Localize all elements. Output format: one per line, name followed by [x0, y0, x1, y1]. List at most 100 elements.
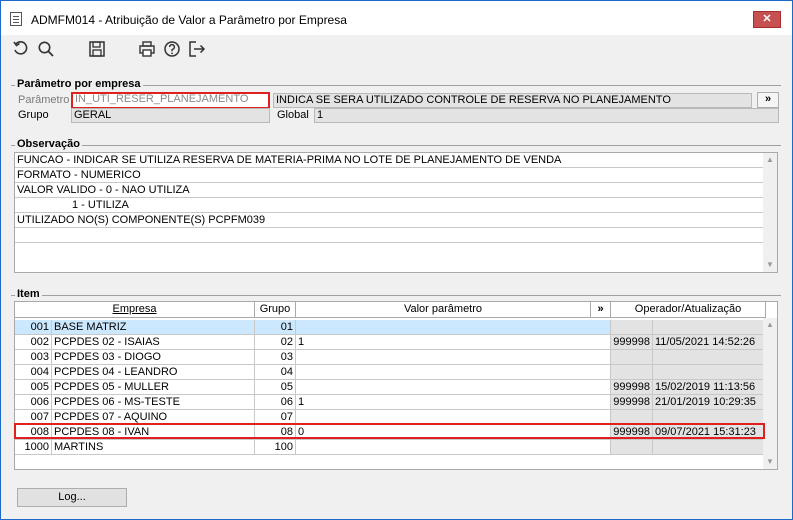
global-field: 1 — [314, 108, 779, 123]
cell-operador — [611, 365, 653, 380]
column-header-valor[interactable]: Valor parâmetro — [296, 302, 591, 318]
cell-grupo: 07 — [255, 410, 296, 425]
table-row[interactable]: 003 PCPDES 03 - DIOGO 03 — [15, 350, 766, 365]
cell-code: 008 — [15, 425, 52, 440]
column-header-empresa[interactable]: Empresa — [15, 302, 255, 318]
parametro-field[interactable]: IN_UTI_RESER_PLANEJAMENTO — [71, 92, 270, 109]
table-row[interactable]: 004 PCPDES 04 - LEANDRO 04 — [15, 365, 766, 380]
exit-icon — [189, 41, 206, 57]
global-label: Global — [277, 109, 309, 121]
cell-valor[interactable]: 1 — [296, 395, 611, 410]
table-row[interactable]: 002 PCPDES 02 - ISAIAS 02 1 999998 11/05/2021… — [15, 335, 766, 350]
cell-valor[interactable] — [296, 380, 611, 395]
cell-operador: 999998 — [611, 425, 653, 440]
cell-operador: 999998 — [611, 335, 653, 350]
cell-code: 004 — [15, 365, 52, 380]
cell-name: PCPDES 07 - AQUINO — [52, 410, 255, 425]
save-button[interactable] — [87, 39, 107, 59]
cell-grupo: 05 — [255, 380, 296, 395]
table-row[interactable]: 007 PCPDES 07 - AQUINO 07 — [15, 410, 766, 425]
cell-data: 11/05/2021 14:52:26 — [653, 335, 766, 350]
cell-data — [653, 320, 766, 335]
cell-data — [653, 410, 766, 425]
cell-operador — [611, 440, 653, 455]
cell-grupo: 04 — [255, 365, 296, 380]
document-icon — [10, 12, 22, 26]
parametro-description-field: INDICA SE SERA UTILIZADO CONTROLE DE RES… — [273, 93, 752, 108]
column-header-empresa-label: Empresa — [112, 303, 157, 315]
cell-valor[interactable]: 1 — [296, 335, 611, 350]
scroll-up-icon[interactable]: ▲ — [763, 318, 777, 332]
observacao-group-title: Observação — [15, 138, 82, 150]
column-expand-button[interactable]: » — [591, 302, 611, 318]
undo-button[interactable] — [11, 39, 31, 59]
title-bar[interactable]: ADMFM014 - Atribuição de Valor a Parâmet… — [1, 1, 792, 35]
undo-icon — [13, 41, 28, 55]
cell-data: 21/01/2019 10:29:35 — [653, 395, 766, 410]
column-header-operador[interactable]: Operador/Atualização — [611, 302, 766, 318]
cell-grupo: 03 — [255, 350, 296, 365]
parametro-label: Parâmetro — [18, 94, 70, 106]
exit-button[interactable] — [187, 39, 207, 59]
cell-valor[interactable]: 0 — [296, 425, 611, 440]
close-button[interactable]: ✕ — [753, 11, 781, 28]
cell-operador — [611, 350, 653, 365]
cell-valor[interactable] — [296, 365, 611, 380]
item-group-title: Item — [15, 288, 42, 300]
observacao-textbox[interactable]: FUNCAO - INDICAR SE UTILIZA RESERVA DE M… — [14, 152, 778, 273]
cell-name: BASE MATRIZ — [52, 320, 255, 335]
observacao-line: VALOR VALIDO - 0 - NAO UTILIZA — [15, 183, 764, 198]
scroll-up-icon[interactable]: ▲ — [763, 153, 777, 167]
grupo-field: GERAL — [71, 108, 270, 123]
scroll-down-icon[interactable]: ▼ — [763, 258, 777, 272]
cell-code: 1000 — [15, 440, 52, 455]
cell-code: 006 — [15, 395, 52, 410]
cell-operador: 999998 — [611, 395, 653, 410]
cell-operador: 999998 — [611, 380, 653, 395]
cell-grupo: 02 — [255, 335, 296, 350]
table-row[interactable]: 005 PCPDES 05 - MULLER 05 999998 15/02/2019 … — [15, 380, 766, 395]
cell-name: PCPDES 04 - LEANDRO — [52, 365, 255, 380]
cell-name: PCPDES 06 - MS-TESTE — [52, 395, 255, 410]
cell-operador — [611, 410, 653, 425]
table-row[interactable]: 1000 MARTINS 100 — [15, 440, 766, 455]
cell-grupo: 08 — [255, 425, 296, 440]
item-scrollbar[interactable]: ▲ ▼ — [763, 318, 777, 469]
table-row[interactable]: 006 PCPDES 06 - MS-TESTE 06 1 999998 21/01/20… — [15, 395, 766, 410]
cell-data: 15/02/2019 11:13:56 — [653, 380, 766, 395]
cell-valor[interactable] — [296, 440, 611, 455]
grupo-label: Grupo — [18, 109, 49, 121]
print-button[interactable] — [137, 39, 157, 59]
table-row[interactable]: 008 PCPDES 08 - IVAN 08 0 999998 09/07/2021 1… — [15, 425, 766, 440]
table-row[interactable]: 001 BASE MATRIZ 01 — [15, 320, 766, 335]
observacao-line: FORMATO - NUMERICO — [15, 168, 764, 183]
cell-valor[interactable] — [296, 320, 611, 335]
search-button[interactable] — [36, 39, 56, 59]
cell-data — [653, 440, 766, 455]
print-icon — [139, 41, 155, 57]
cell-code: 001 — [15, 320, 52, 335]
parametro-group-title: Parâmetro por empresa — [15, 78, 143, 90]
window-title: ADMFM014 - Atribuição de Valor a Parâmet… — [31, 13, 347, 27]
cell-name: PCPDES 08 - IVAN — [52, 425, 255, 440]
cell-code: 002 — [15, 335, 52, 350]
cell-name: PCPDES 03 - DIOGO — [52, 350, 255, 365]
cell-grupo: 100 — [255, 440, 296, 455]
help-button[interactable] — [162, 39, 182, 59]
observacao-line: 1 - UTILIZA — [15, 198, 764, 213]
cell-grupo: 01 — [255, 320, 296, 335]
cell-code: 007 — [15, 410, 52, 425]
cell-valor[interactable] — [296, 350, 611, 365]
cell-code: 003 — [15, 350, 52, 365]
observacao-line: FUNCAO - INDICAR SE UTILIZA RESERVA DE M… — [15, 153, 764, 168]
observacao-line — [15, 228, 764, 243]
parametro-lookup-button[interactable]: » — [757, 92, 779, 108]
cell-grupo: 06 — [255, 395, 296, 410]
scroll-down-icon[interactable]: ▼ — [763, 455, 777, 469]
log-button[interactable]: Log... — [17, 488, 127, 507]
column-header-grupo[interactable]: Grupo — [255, 302, 296, 318]
item-grid: Empresa Grupo Valor parâmetro » Operador… — [14, 301, 778, 470]
observacao-scrollbar[interactable]: ▲ ▼ — [763, 153, 777, 272]
cell-valor[interactable] — [296, 410, 611, 425]
cell-data: 09/07/2021 15:31:23 — [653, 425, 766, 440]
